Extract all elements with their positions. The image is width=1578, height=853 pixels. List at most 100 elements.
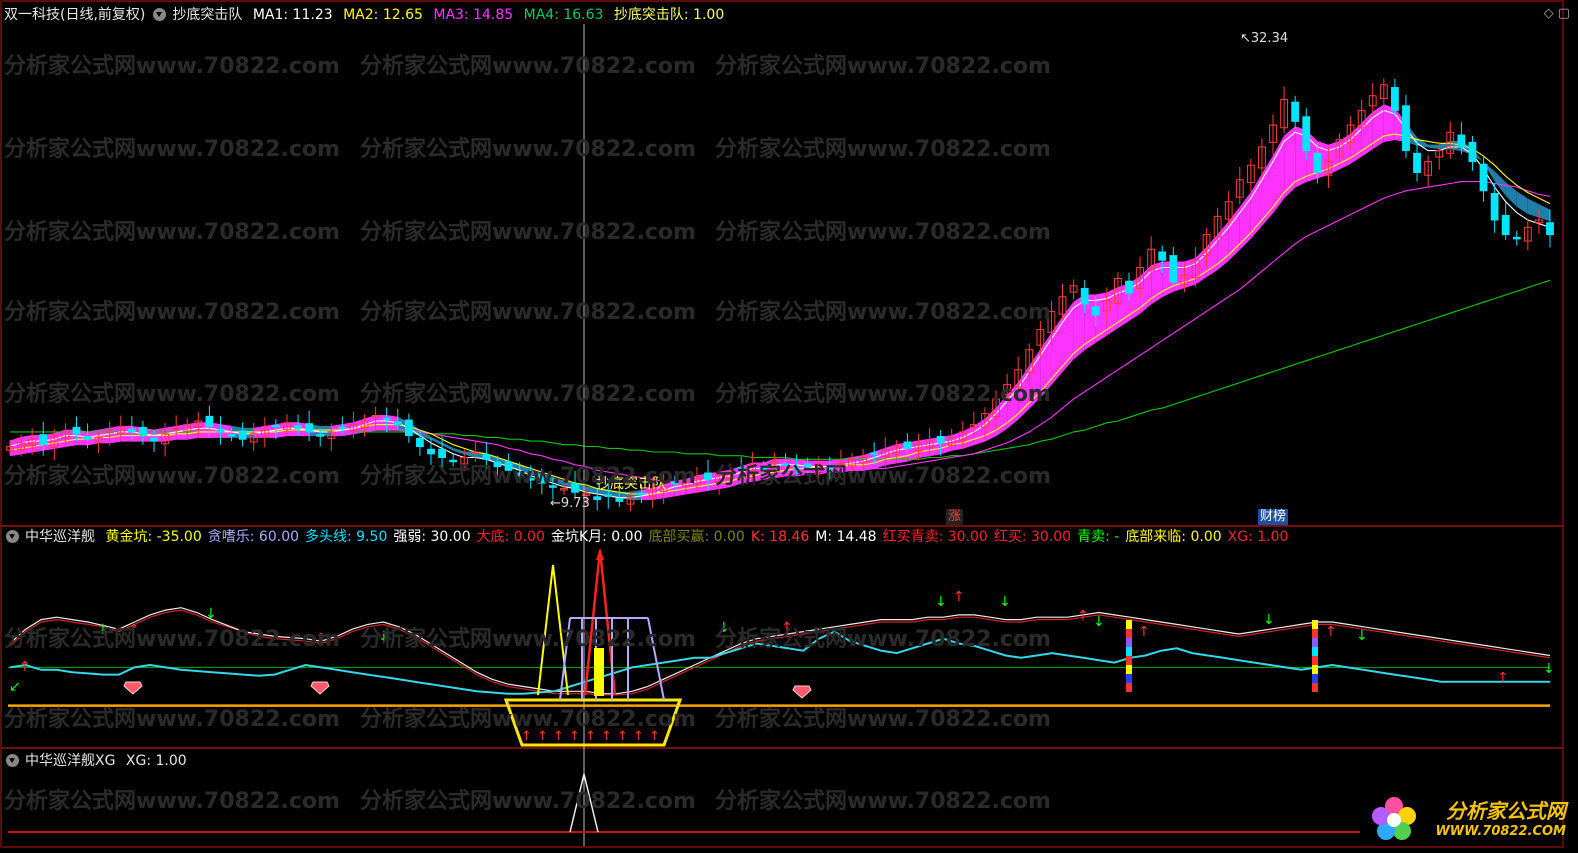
candle-body — [825, 467, 834, 470]
candle-body — [305, 423, 314, 433]
panel2-item: 强弱: 30.00 — [393, 529, 471, 545]
ribbon-segment — [1328, 140, 1340, 175]
panel2-item: 红买青卖: 30.00 — [882, 529, 988, 545]
candle-body — [1479, 163, 1488, 192]
candle-body — [150, 437, 158, 442]
candle-body — [449, 459, 458, 463]
ribbon-segment — [885, 444, 897, 466]
striped-bar — [1126, 638, 1132, 647]
panel2-item: M: 14.48 — [815, 529, 877, 545]
candle-body — [205, 415, 214, 427]
signal-arrow-icon: ↓ — [97, 622, 109, 638]
ribbon-segment — [719, 469, 731, 490]
candle-body — [1291, 101, 1300, 122]
candle-body — [1512, 236, 1521, 240]
candle-body — [593, 496, 602, 501]
ribbon-segment — [120, 425, 132, 442]
signal-arrow-icon: ↓ — [935, 594, 947, 610]
striped-bar — [1126, 647, 1132, 656]
osc_white-line — [9, 607, 1551, 695]
ma2-line — [9, 133, 1551, 495]
striped-bar — [1312, 647, 1318, 656]
candle-body — [1402, 105, 1410, 152]
signal-label: 抄底突击队 — [596, 476, 666, 492]
striped-bar — [1312, 656, 1318, 665]
candle-body — [316, 434, 325, 437]
candle-body — [1501, 214, 1510, 236]
candle-body — [338, 426, 347, 430]
buy-arrow-icon: ↑ — [601, 729, 612, 744]
diamond-icon — [792, 685, 812, 699]
striped-bar — [1126, 656, 1132, 665]
yellow-bar — [594, 648, 604, 696]
logo-line2: WWW.70822.COM — [1435, 824, 1566, 839]
candle-body — [1457, 134, 1466, 148]
striped-bar — [1126, 665, 1132, 674]
striped-bar — [1126, 629, 1132, 638]
collapse-icon[interactable] — [6, 529, 19, 543]
striped-bar — [1312, 629, 1318, 638]
ribbon-segment — [973, 418, 985, 446]
ribbon-segment — [109, 425, 121, 444]
candle-body — [39, 434, 48, 446]
candle-body — [427, 448, 435, 455]
ma2-value: MA2: 12.65 — [343, 7, 423, 23]
signal-arrow-icon: ↑ — [1138, 624, 1150, 640]
buy-arrow-icon: ↑ — [649, 729, 660, 744]
signal-arrow-icon: ↓ — [1093, 614, 1105, 630]
candle-body — [637, 492, 646, 496]
ribbon-segment — [962, 425, 974, 449]
candle-body — [416, 437, 424, 448]
collapse-icon[interactable] — [6, 753, 19, 767]
panel2-items: 黄金坑: -35.00 贪嗜乐: 60.00 多头线: 9.50 强弱: 30.00 大… — [105, 529, 1294, 545]
ribbon-segment — [1428, 144, 1440, 150]
ribbon-segment — [1527, 198, 1539, 218]
ribbon-segment — [1339, 133, 1351, 170]
panel2-name: 中华巡洋舰 — [25, 529, 95, 545]
ribbon-segment — [741, 462, 753, 484]
candle-body — [704, 472, 712, 480]
candle-body — [438, 448, 446, 458]
panel2-item: 青卖: - — [1077, 529, 1120, 545]
candle-body — [1468, 141, 1477, 163]
striped-bar — [1312, 683, 1318, 692]
logo-flower-icon — [1372, 797, 1416, 840]
buy-arrow-icon: ↑ — [537, 729, 548, 744]
signal-arrow-icon: ↑ — [315, 631, 327, 647]
logo-line1: 分析家公式网 — [1446, 799, 1566, 823]
candle-body — [1125, 280, 1133, 294]
indicator-name: 抄底突击队 — [172, 7, 243, 23]
chart-stage: ↖32.34 ←9.73 抄底突击队 ↑ ↑ ↑ ↑ ↑ ↑ ↑ ↑ ↑ ↙ ↑ ↓ ↑ ↓ ↑ ↓ ↓ ↑ ↓ ↑ ↓ ↑ ↓ ↑… — [0, 0, 1578, 849]
ribbon-segment — [453, 447, 465, 455]
candle-body — [1169, 255, 1178, 283]
striped-bar — [1126, 620, 1132, 629]
panel3-value: XG: 1.00 — [125, 753, 187, 769]
tag-zhang[interactable]: 涨 — [946, 509, 964, 525]
candle-body — [737, 467, 746, 470]
tag-caibang[interactable]: 财榜 — [1258, 509, 1289, 525]
ribbon-segment — [1417, 137, 1429, 148]
chart-frame — [0, 0, 1564, 848]
site-logo[interactable]: 分析家公式网 WWW.70822.COM — [1435, 795, 1566, 839]
high-price-label: ↖32.34 — [1240, 31, 1288, 46]
signal-arrow-icon: ↑ — [1497, 670, 1509, 686]
ribbon-segment — [996, 394, 1008, 437]
candle-body — [526, 478, 535, 481]
window-controls[interactable]: ◇ ▢ — [1544, 6, 1570, 21]
main-header: 双一科技(日线,前复权) 抄底突击队 MA1: 11.23 MA2: 12.65 … — [4, 4, 730, 26]
candle-body — [537, 474, 546, 484]
ribbon-segment — [774, 458, 786, 479]
signal-value: 抄底突击队: 1.00 — [613, 7, 725, 23]
panel2-item: 底部来临: 0.00 — [1125, 529, 1222, 545]
signal-arrow-icon: ↓ — [999, 594, 1011, 610]
signal-arrow-icon: ↑ — [953, 589, 965, 605]
striped-bar — [1312, 638, 1318, 647]
panel2-item: 黄金坑: -35.00 — [105, 529, 202, 545]
signal-arrow-icon: ↑ — [781, 620, 793, 636]
candle-body — [1490, 193, 1499, 221]
buy-arrow-icon: ↑ — [569, 729, 580, 744]
panel2-item: 红买: 30.00 — [993, 529, 1072, 545]
candle-body — [1158, 251, 1167, 261]
collapse-icon[interactable] — [153, 7, 167, 21]
candle-body — [1546, 222, 1554, 236]
